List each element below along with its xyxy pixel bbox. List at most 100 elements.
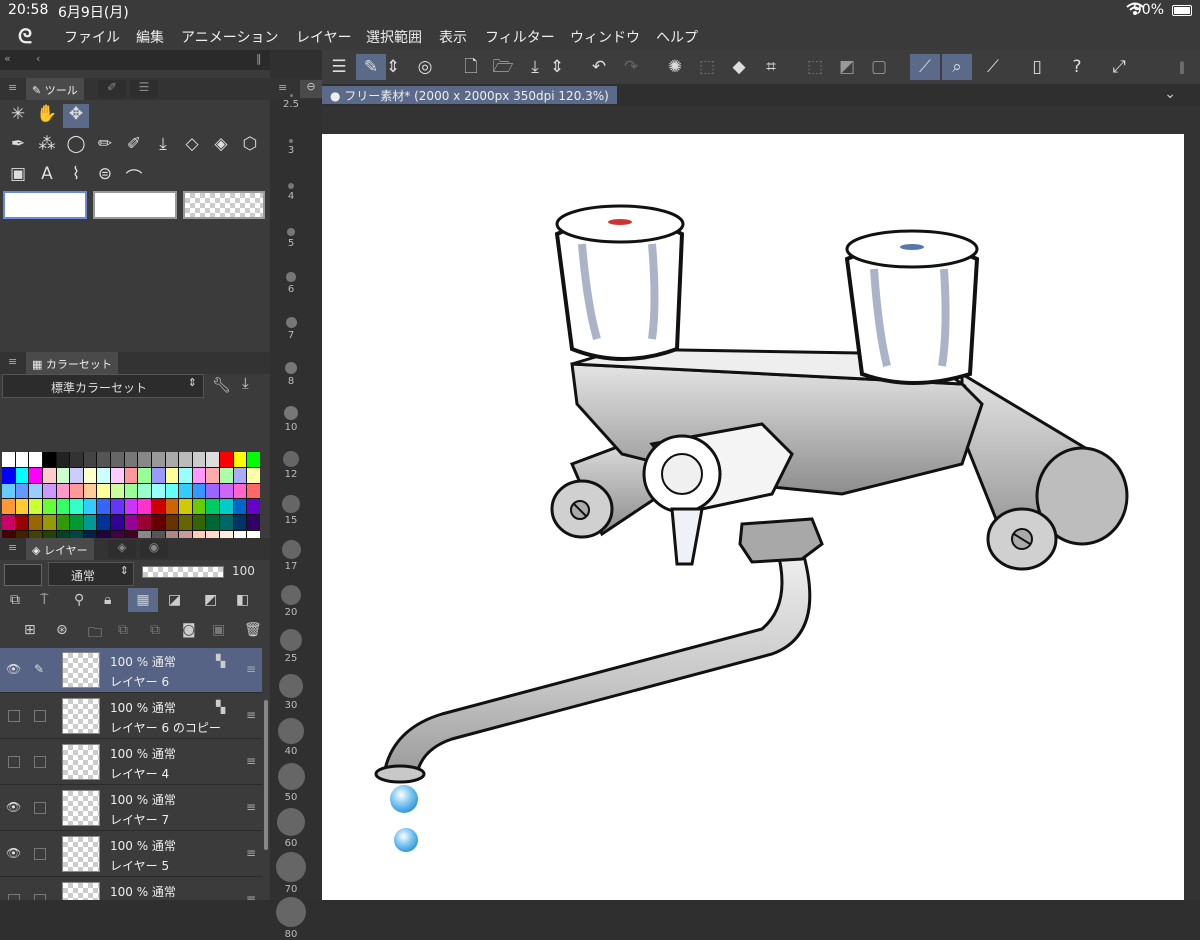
brush-size-item[interactable]: 8 (270, 361, 312, 387)
palette-swatch[interactable] (83, 483, 97, 499)
palette-swatch[interactable] (220, 452, 233, 467)
selection-border-icon[interactable]: ▢ (864, 54, 894, 80)
palette-swatch[interactable] (2, 452, 15, 467)
eye-icon[interactable]: 👁︎ (6, 800, 22, 814)
apply-mask-icon[interactable]: ▣ (212, 622, 225, 638)
palette-swatch[interactable] (192, 452, 206, 467)
brush-size-item[interactable]: 17 (270, 540, 312, 572)
transform-icon[interactable]: ⌗ (756, 54, 786, 80)
palette-swatch[interactable] (138, 515, 151, 531)
palette-swatch[interactable] (151, 499, 165, 515)
palette-swatch[interactable] (111, 452, 124, 467)
canvas-area[interactable] (322, 106, 1200, 900)
palette-swatch[interactable] (165, 515, 179, 531)
brush-size-item[interactable]: 30 (270, 673, 312, 711)
palette-swatch[interactable] (165, 483, 179, 499)
palette-swatch[interactable] (2, 467, 15, 483)
transparent-color-swatch[interactable] (183, 191, 265, 219)
chevron-down-icon[interactable]: ⌄ (1164, 86, 1176, 102)
palette-swatch[interactable] (97, 467, 111, 483)
palette-swatch[interactable] (83, 515, 97, 531)
palette-swatch[interactable] (233, 452, 247, 467)
lock-checkbox[interactable] (34, 894, 46, 900)
spray-icon[interactable]: ⁂ (34, 134, 60, 158)
save-icon[interactable]: ⤓ (520, 54, 550, 80)
palette-swatch[interactable] (29, 515, 42, 531)
new-vector-layer-icon[interactable]: ⊛ (56, 622, 68, 638)
palette-swatch[interactable] (97, 499, 111, 515)
brush-size-item[interactable]: 12 (270, 450, 312, 480)
import-icon[interactable]: ⤓ (242, 374, 249, 392)
blend-target-toggle[interactable] (4, 564, 42, 586)
palette-swatch[interactable] (56, 452, 70, 467)
sub-color-swatch[interactable] (93, 191, 177, 219)
palette-swatch[interactable] (220, 467, 233, 483)
color-palette[interactable] (2, 452, 260, 546)
new-folder-icon[interactable]: 🗀︎ (88, 622, 102, 646)
clear-selection-icon[interactable]: ⬚ (800, 54, 830, 80)
palette-swatch[interactable] (111, 499, 124, 515)
tab-layer-property[interactable]: ◈ (108, 540, 136, 558)
palette-swatch[interactable] (70, 499, 83, 515)
palette-swatch[interactable] (83, 452, 97, 467)
layer-row[interactable]: 👁︎ ✎ 100 % 通常 レイヤー 6 ▚ ≡ (0, 648, 262, 693)
pencil-icon[interactable]: ✏ (92, 134, 118, 158)
palette-swatch[interactable] (15, 452, 29, 467)
move-icon[interactable]: ✥ (63, 104, 89, 128)
palette-swatch[interactable] (206, 467, 220, 483)
palette-swatch[interactable] (151, 467, 165, 483)
palette-swatch[interactable] (70, 452, 83, 467)
tab-tool-property[interactable]: ☰ (130, 80, 158, 98)
palette-swatch[interactable] (97, 515, 111, 531)
menu-animation[interactable]: アニメーション (181, 27, 278, 47)
palette-swatch[interactable] (70, 467, 83, 483)
marker-icon[interactable]: ✐ (121, 134, 147, 158)
chevron-left-icon[interactable]: ‹ (36, 52, 40, 65)
new-file-icon[interactable]: 🗋︎ (456, 54, 486, 80)
palette-swatch[interactable] (179, 499, 192, 515)
palette-swatch[interactable] (56, 515, 70, 531)
palette-swatch[interactable] (42, 483, 56, 499)
palette-swatch[interactable] (165, 452, 179, 467)
hand-icon[interactable]: ✋ (34, 104, 60, 128)
lasso-icon[interactable]: ◯ (63, 134, 89, 158)
gradient-icon[interactable]: ▣ (5, 164, 31, 188)
smartphone-icon[interactable]: ▯ (1022, 54, 1052, 80)
palette-swatch[interactable] (151, 483, 165, 499)
panel-menu-icon[interactable]: ≡ (278, 81, 287, 94)
brush-size-item[interactable]: 50 (270, 763, 312, 803)
palette-swatch[interactable] (138, 467, 151, 483)
frame-border-icon[interactable]: ⌇ (63, 164, 89, 188)
open-folder-icon[interactable]: 🗁︎ (488, 54, 518, 80)
lock-transparent-icon[interactable]: ▦ (128, 588, 158, 612)
palette-swatch[interactable] (192, 483, 206, 499)
palette-swatch[interactable] (192, 499, 206, 515)
fill-selection-icon[interactable]: ◆ (724, 54, 754, 80)
brush-size-item[interactable]: 3 (270, 138, 312, 156)
snap-to-special-ruler-icon[interactable]: ⌕ (942, 54, 972, 80)
reference-layer-icon[interactable]: ⍑ (40, 592, 48, 608)
palette-swatch[interactable] (124, 499, 138, 515)
edit-icon[interactable]: ✎ (356, 54, 386, 80)
palette-swatch[interactable] (247, 483, 260, 499)
menu-layer[interactable]: レイヤー (296, 27, 352, 47)
panel-menu-icon[interactable]: ≡ (8, 81, 17, 94)
palette-swatch[interactable] (206, 452, 220, 467)
opacity-slider[interactable] (142, 566, 224, 578)
3d-object-icon[interactable]: ⬡ (237, 134, 263, 158)
brush-size-item[interactable]: 5 (270, 227, 312, 249)
layer-row[interactable]: 100 % 通常 レイヤー 4 ≡ (0, 740, 262, 785)
dock-grip-icon[interactable]: ‖ (1170, 54, 1194, 80)
ruler-display-icon[interactable]: ◩ (204, 592, 217, 608)
palette-swatch[interactable] (42, 499, 56, 515)
blend-mode-dropdown[interactable]: 通常 ⇕ (48, 562, 134, 586)
tab-layer[interactable]: ◈ レイヤー (26, 538, 94, 560)
text-icon[interactable]: A (34, 164, 60, 188)
eye-icon[interactable]: 👁︎ (6, 662, 22, 676)
pencil-icon[interactable]: ✎ (34, 662, 50, 676)
palette-swatch[interactable] (179, 515, 192, 531)
brush-size-item[interactable]: 80 (270, 896, 312, 940)
curve-icon[interactable]: ⌒ (121, 164, 147, 189)
palette-swatch[interactable] (124, 515, 138, 531)
palette-swatch[interactable] (206, 515, 220, 531)
